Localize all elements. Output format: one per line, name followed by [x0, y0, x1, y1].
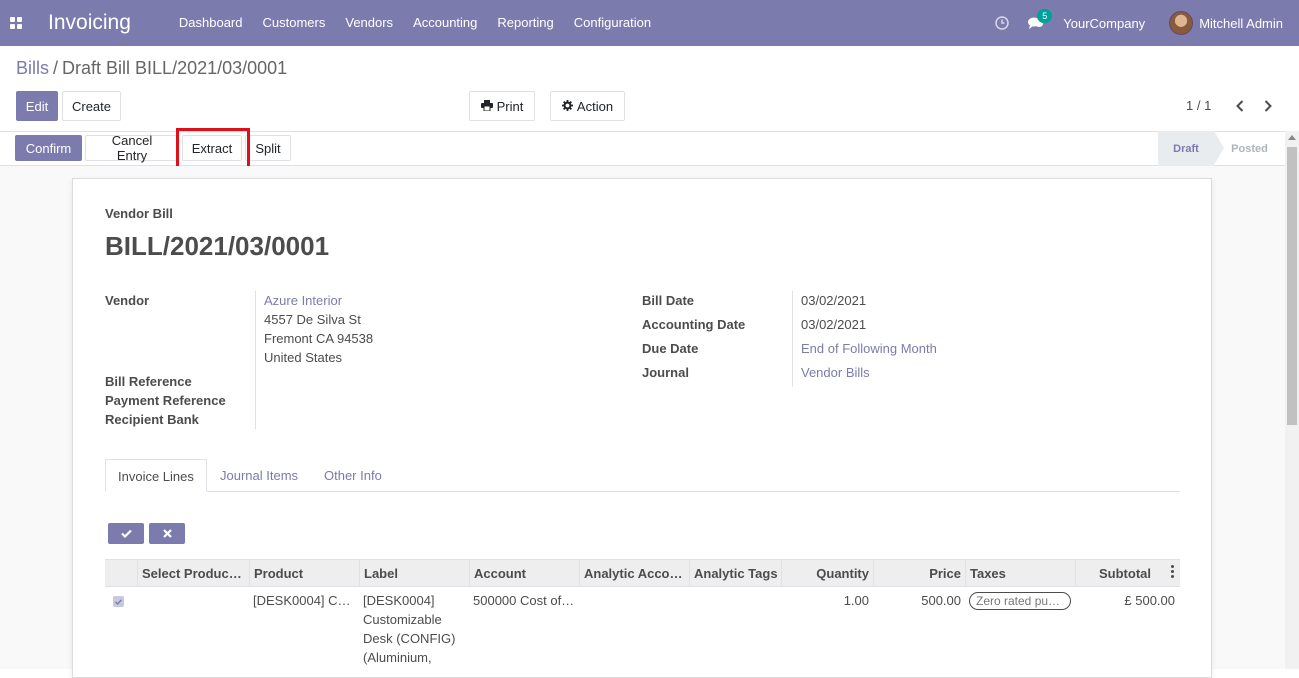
company-switcher[interactable]: YourCompany	[1063, 16, 1145, 31]
cell-subtotal: £ 500.00	[1124, 593, 1175, 608]
vendor-address-country: United States	[264, 350, 343, 365]
create-button[interactable]: Create	[62, 91, 121, 121]
tab-other-info[interactable]: Other Info	[312, 459, 394, 492]
avatar	[1169, 11, 1194, 35]
column-header-analytic-tags[interactable]: Analytic Tags	[689, 560, 781, 587]
print-icon	[480, 99, 493, 114]
discard-line-button[interactable]	[149, 523, 185, 544]
user-name: Mitchell Admin	[1199, 15, 1283, 31]
bill-date-value: 03/02/2021	[801, 293, 867, 308]
user-menu[interactable]: Mitchell Admin	[1169, 11, 1283, 35]
chat-icon[interactable]: 5	[1019, 8, 1053, 30]
recipient-bank-label: Recipient Bank	[105, 412, 199, 427]
top-navbar: Invoicing Dashboard Customers Vendors Ac…	[0, 0, 1299, 46]
column-header-price[interactable]: Price	[873, 560, 965, 587]
print-label: Print	[496, 98, 524, 114]
print-button[interactable]: Print	[469, 91, 535, 121]
vendor-address-city: Fremont CA 94538	[264, 331, 374, 346]
breadcrumb-current: Draft Bill BILL/2021/03/0001	[62, 58, 288, 78]
close-icon	[162, 526, 172, 541]
column-header-label[interactable]: Label	[359, 560, 469, 587]
menu-item-configuration[interactable]: Configuration	[564, 0, 661, 46]
breadcrumb: Bills / Draft Bill BILL/2021/03/0001	[16, 58, 287, 79]
notebook-tabs: Invoice Lines Journal Items Other Info	[105, 459, 1180, 492]
stage-posted[interactable]: Posted	[1214, 131, 1285, 166]
column-header-account[interactable]: Account	[469, 560, 579, 587]
cell-label-line-1[interactable]: [DESK0004]	[359, 591, 439, 610]
split-button[interactable]: Split	[245, 135, 291, 161]
breadcrumb-separator: /	[53, 58, 59, 78]
column-header-taxes[interactable]: Taxes	[965, 560, 1075, 587]
bill-reference-label: Bill Reference	[105, 374, 192, 389]
field-divider	[792, 291, 793, 387]
confirm-button[interactable]: Confirm	[15, 135, 82, 161]
apps-grid-icon[interactable]	[0, 0, 32, 46]
vendor-link[interactable]: Azure Interior	[264, 293, 342, 308]
pager-value[interactable]: 1 / 1	[1186, 98, 1211, 113]
chevron-left-icon[interactable]	[1230, 96, 1250, 116]
cancel-entry-button[interactable]: Cancel Entry	[85, 133, 179, 163]
invoice-lines-header: Select Produc… Product Label Account Ana…	[105, 559, 1180, 587]
form-sheet: Vendor Bill BILL/2021/03/0001 Vendor Azu…	[72, 178, 1212, 678]
tax-tag[interactable]: Zero rated pur…	[969, 592, 1071, 610]
accounting-date-label: Accounting Date	[642, 317, 746, 332]
vertical-scrollbar[interactable]	[1285, 131, 1299, 669]
extract-button[interactable]: Extract	[182, 135, 242, 161]
cell-label-line-4[interactable]: (Aluminium,	[359, 648, 436, 667]
due-date-value[interactable]: End of Following Month	[801, 341, 937, 356]
cell-account[interactable]: 500000 Cost of…	[469, 591, 579, 610]
menu-item-accounting[interactable]: Accounting	[403, 0, 487, 46]
column-header-product[interactable]: Product	[249, 560, 359, 587]
systray: 5 YourCompany Mitchell Admin	[985, 0, 1299, 46]
scroll-thumb[interactable]	[1287, 147, 1297, 425]
journal-label: Journal	[642, 365, 689, 380]
scroll-up-arrow-icon[interactable]	[1288, 135, 1296, 140]
bill-date-label: Bill Date	[642, 293, 695, 308]
column-header-analytic-account[interactable]: Analytic Acco…	[579, 560, 689, 587]
gear-icon	[561, 99, 573, 114]
edit-button[interactable]: Edit	[16, 91, 58, 121]
stage-draft[interactable]: Draft	[1158, 131, 1214, 166]
cell-product[interactable]: [DESK0004] C…	[249, 591, 359, 610]
page-title: BILL/2021/03/0001	[105, 231, 330, 261]
menu-item-reporting[interactable]: Reporting	[487, 0, 563, 46]
cell-label-line-3[interactable]: Desk (CONFIG)	[359, 629, 459, 648]
vendor-address-street: 4557 De Silva St	[264, 312, 361, 327]
messages-badge: 5	[1037, 8, 1053, 23]
breadcrumb-bills-link[interactable]: Bills	[16, 58, 49, 78]
journal-value[interactable]: Vendor Bills	[801, 365, 870, 380]
cell-price[interactable]: 500.00	[873, 591, 965, 610]
tab-invoice-lines[interactable]: Invoice Lines	[105, 459, 207, 492]
menu-item-dashboard[interactable]: Dashboard	[169, 0, 253, 46]
menu-item-customers[interactable]: Customers	[253, 0, 336, 46]
field-divider	[255, 291, 256, 429]
kebab-icon[interactable]	[1169, 565, 1175, 578]
accounting-date-value: 03/02/2021	[801, 317, 867, 332]
column-header-select-product[interactable]: Select Produc…	[137, 560, 249, 587]
tab-journal-items[interactable]: Journal Items	[208, 459, 310, 492]
main-menu: Dashboard Customers Vendors Accounting R…	[169, 0, 661, 46]
menu-item-vendors[interactable]: Vendors	[335, 0, 403, 46]
document-type: Vendor Bill	[105, 206, 173, 221]
vendor-label: Vendor	[105, 293, 150, 308]
due-date-label: Due Date	[642, 341, 699, 356]
column-header-quantity[interactable]: Quantity	[781, 560, 873, 587]
cell-quantity[interactable]: 1.00	[781, 591, 873, 610]
check-icon	[120, 526, 132, 541]
cell-label-line-2[interactable]: Customizable	[359, 610, 446, 629]
chevron-right-icon[interactable]	[1258, 96, 1278, 116]
save-line-button[interactable]	[108, 523, 144, 544]
select-product-checkbox[interactable]	[113, 596, 124, 607]
app-name[interactable]: Invoicing	[48, 11, 131, 35]
action-button[interactable]: Action	[550, 91, 625, 121]
column-header-subtotal[interactable]: Subtotal	[1075, 560, 1155, 587]
clock-icon[interactable]	[985, 16, 1019, 30]
action-label: Action	[576, 98, 614, 114]
payment-reference-label: Payment Reference	[105, 393, 226, 408]
